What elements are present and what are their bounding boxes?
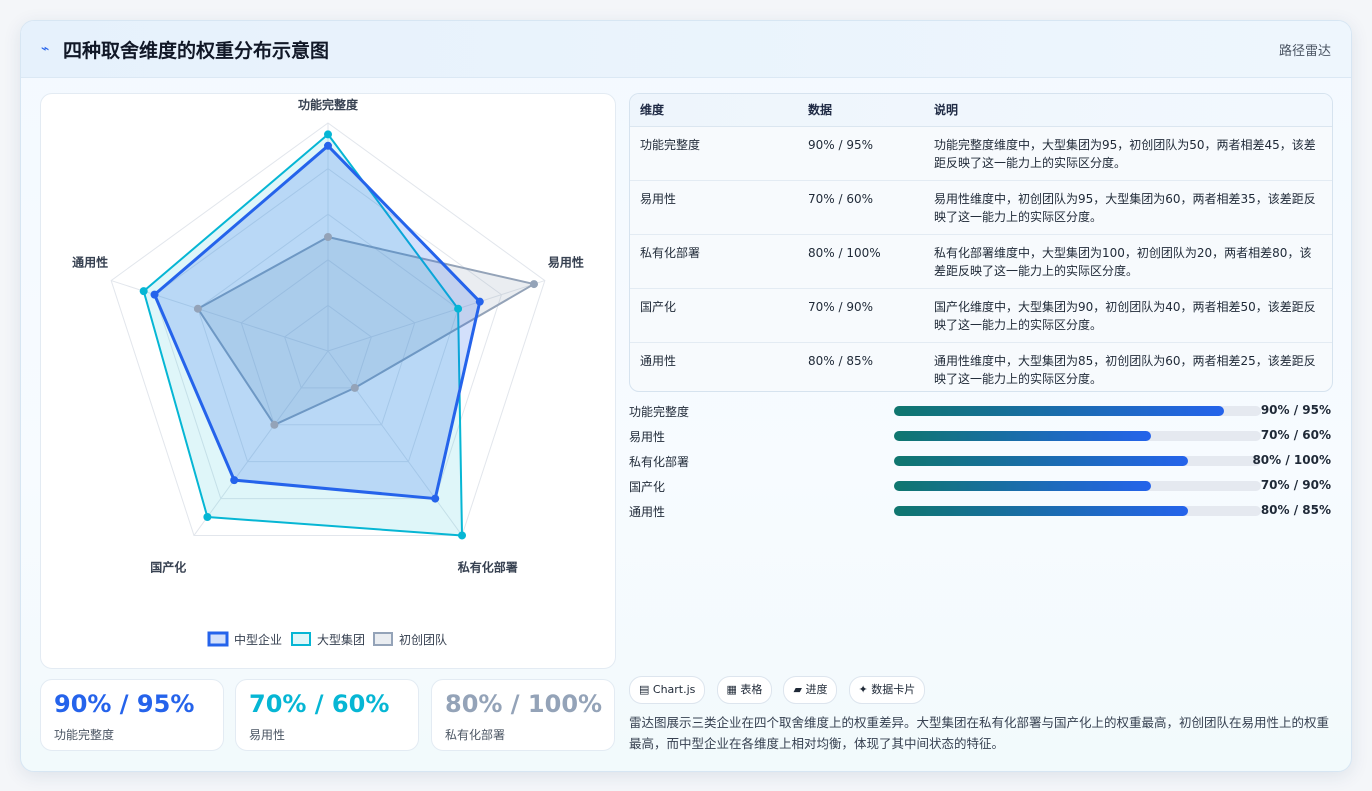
table-header-row: 维度 数据 说明 xyxy=(630,94,1332,127)
table-row: 国产化 70% / 90% 国产化维度中，大型集团为90，初创团队为40，两者相… xyxy=(630,288,1332,343)
progress-row: 通用性 80% / 85% xyxy=(629,501,1331,526)
tag-list: ▤ Chart.js ▦ 表格 ▰ 进度 ✦ 数据卡片 xyxy=(629,676,931,704)
progress-track xyxy=(894,456,1261,466)
main-card: ⌁ 四种取舍维度的权重分布示意图 路径雷达 功能完整度 易用性 私有化部署 国产化 通用… xyxy=(20,20,1352,772)
radar-point xyxy=(431,494,440,503)
radar-point xyxy=(270,420,279,429)
radar-point xyxy=(324,141,332,150)
progress-label: 私有化部署 xyxy=(629,455,690,469)
cell-dimension: 易用性 xyxy=(630,180,798,235)
progress-fill xyxy=(894,406,1225,416)
stat-value: 90% / 95% xyxy=(54,690,195,718)
radar-point xyxy=(529,280,538,289)
radar-point xyxy=(193,304,202,313)
column-header: 维度 xyxy=(630,94,798,127)
radar-axis-label: 国产化 xyxy=(150,560,186,575)
progress-label: 功能完整度 xyxy=(629,405,690,419)
stat-label: 功能完整度 xyxy=(54,728,115,742)
tag-table[interactable]: ▦ 表格 xyxy=(716,676,773,704)
progress-fill xyxy=(894,506,1188,516)
tag-chartjs[interactable]: ▤ Chart.js xyxy=(629,676,706,704)
column-header: 数据 xyxy=(798,94,924,127)
progress-row: 国产化 70% / 90% xyxy=(629,476,1331,501)
table-row: 通用性 80% / 85% 通用性维度中，大型集团为85，初创团队为60，两者相… xyxy=(630,342,1332,391)
progress-value: 70% / 90% xyxy=(1260,478,1331,492)
table-row: 私有化部署 80% / 100% 私有化部署维度中，大型集团为100，初创团队为… xyxy=(630,234,1332,289)
radar-chart: 功能完整度易用性私有化部署 国产化 通用性中型企业 大型集团 初创团队 xyxy=(72,97,584,647)
stat-card: 90% / 95% 功能完整度 xyxy=(40,679,224,751)
source-label: 路径雷达 xyxy=(1278,44,1331,59)
radar-point xyxy=(150,290,159,299)
data-table: 维度 数据 说明 功能完整度 90% / 95% 功能完整度维度中，大型集团为9… xyxy=(629,93,1333,392)
progress-value: 70% / 60% xyxy=(1260,428,1331,442)
radar-point xyxy=(458,531,467,540)
column-header: 说明 xyxy=(924,94,1332,127)
progress-fill xyxy=(894,456,1188,466)
radar-point xyxy=(230,476,239,485)
cell-description: 私有化部署维度中，大型集团为100，初创团队为20，两者相差80，该差距反映了这… xyxy=(924,234,1332,289)
cell-description: 通用性维度中，大型集团为85，初创团队为60，两者相差25，该差距反映了这一能力… xyxy=(934,353,1316,386)
stat-label: 私有化部署 xyxy=(445,728,506,742)
stat-label: 易用性 xyxy=(249,728,286,742)
progress-label: 国产化 xyxy=(629,480,666,494)
summary-text: 雷达图展示三类企业在四个取舍维度上的权重差异。大型集团在私有化部署与国产化上的权… xyxy=(629,715,1330,751)
radar-chart-panel: 功能完整度易用性私有化部署 国产化 通用性中型企业 大型集团 初创团队 xyxy=(40,93,616,669)
stat-value: 70% / 60% xyxy=(249,690,390,718)
cell-data: 70% / 60% xyxy=(798,180,924,235)
radar-point xyxy=(475,297,484,306)
progress-track xyxy=(894,481,1261,491)
cell-description: 易用性维度中，初创团队为95，大型集团为60，两者相差35，该差距反映了这一能力… xyxy=(924,180,1332,235)
stat-card: 70% / 60% 易用性 xyxy=(235,679,419,751)
table-row: 功能完整度 90% / 95% 功能完整度维度中，大型集团为95，初创团队为50… xyxy=(630,126,1332,181)
progress-value: 90% / 95% xyxy=(1260,403,1331,417)
legend-label: 初创团队 xyxy=(399,632,447,647)
legend-swatch xyxy=(291,632,311,646)
progress-track xyxy=(894,431,1261,441)
progress-fill xyxy=(894,431,1151,441)
progress-label: 通用性 xyxy=(629,505,666,519)
legend-label: 大型集团 xyxy=(317,632,365,647)
header: ⌁ 四种取舍维度的权重分布示意图 路径雷达 xyxy=(21,21,1351,78)
cell-data: 80% / 100% xyxy=(798,234,924,289)
page-title: 四种取舍维度的权重分布示意图 xyxy=(63,40,330,62)
cell-dimension: 通用性 xyxy=(640,353,677,368)
radar-point xyxy=(324,130,332,139)
cell-dimension: 私有化部署 xyxy=(630,234,798,289)
progress-label: 易用性 xyxy=(629,430,666,444)
cell-description: 国产化维度中，大型集团为90，初创团队为40，两者相差50，该差距反映了这一能力… xyxy=(924,288,1332,343)
progress-fill xyxy=(894,481,1151,491)
table-row: 易用性 70% / 60% 易用性维度中，初创团队为95，大型集团为60，两者相… xyxy=(630,180,1332,235)
progress-row: 功能完整度 90% / 95% xyxy=(629,401,1331,426)
legend-swatch xyxy=(373,632,393,646)
radar-axis-label: 私有化部署 xyxy=(457,560,518,575)
legend-swatch xyxy=(207,631,229,647)
progress-row: 私有化部署 80% / 100% xyxy=(629,451,1331,476)
cell-dimension: 国产化 xyxy=(630,288,798,343)
radar-axis-label: 易用性 xyxy=(548,254,584,269)
radar-axis-label: 功能完整度 xyxy=(298,97,359,112)
legend-label: 中型企业 xyxy=(234,632,282,647)
stat-value: 80% / 100% xyxy=(445,690,603,718)
progress-bars: 功能完整度 90% / 95% 易用性 70% / 60% 私有化部署 80% … xyxy=(629,401,1331,526)
radar-point xyxy=(350,383,359,392)
tag-data-card[interactable]: ✦ 数据卡片 xyxy=(848,676,926,704)
chart-line-icon: ⌁ xyxy=(41,41,50,57)
radar-point xyxy=(139,287,148,296)
progress-row: 易用性 70% / 60% xyxy=(629,426,1331,451)
cell-data: 90% / 95% xyxy=(798,126,924,181)
cell-data: 70% / 90% xyxy=(798,288,924,343)
cell-data: 80% / 85% xyxy=(808,353,874,368)
progress-track xyxy=(894,506,1261,516)
radar-point xyxy=(324,233,332,241)
progress-track xyxy=(894,406,1261,416)
radar-point xyxy=(203,513,212,522)
cell-dimension: 功能完整度 xyxy=(630,126,798,181)
stat-card: 80% / 100% 私有化部署 xyxy=(431,679,615,751)
progress-value: 80% / 85% xyxy=(1260,503,1331,517)
cell-description: 功能完整度维度中，大型集团为95，初创团队为50，两者相差45，该差距反映了这一… xyxy=(924,126,1332,181)
tag-progress[interactable]: ▰ 进度 xyxy=(783,676,838,704)
progress-value: 80% / 100% xyxy=(1252,453,1331,467)
radar-point xyxy=(454,304,463,313)
radar-axis-label: 通用性 xyxy=(72,254,108,269)
